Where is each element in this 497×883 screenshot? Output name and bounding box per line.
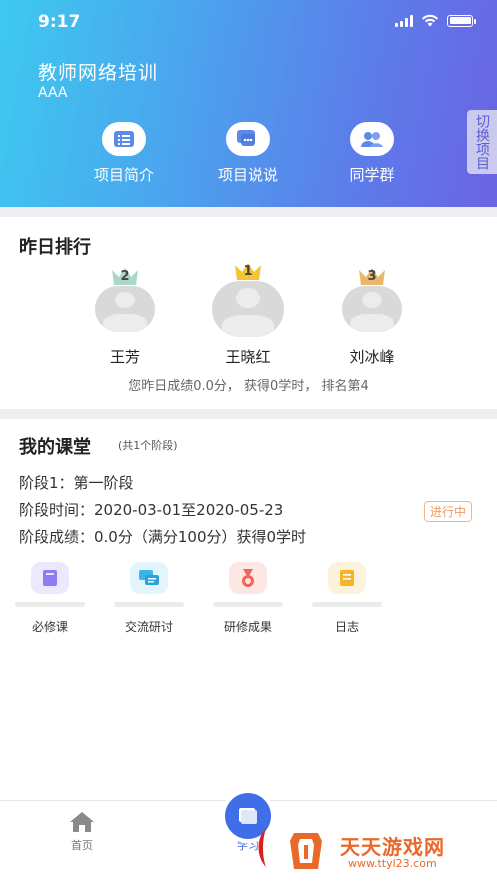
module-label: 研修成果 [223,620,272,634]
app-subtitle: AAA [38,85,68,101]
ranking-summary: 您昨日成绩0.0分， 获得0学时， 排名第4 [128,379,369,394]
status-time: 9:17 [38,12,81,32]
module-journal[interactable]: 日志 [312,562,382,635]
stage-name: 阶段1：第一阶段 [19,474,134,492]
group-icon [350,122,394,156]
section-divider [0,409,497,419]
project-intro-label: 项目简介 [93,166,154,184]
header-banner: 9:17 教师网络培训 AAA 项目简介 项目说说 同学群 切换项目 [0,0,497,207]
app-title: 教师网络培训 [38,62,159,84]
status-badge: 进行中 [424,501,473,522]
watermark: 天天游戏网 www.ttyl23.com [252,823,492,879]
home-icon [70,812,94,832]
project-talk-button[interactable]: 项目说说 [193,122,303,185]
book-icon [31,562,69,594]
stage-time: 阶段时间：2020-03-01至2020-05-23 [19,501,284,519]
note-icon [328,562,366,594]
rank-name: 王晓红 [225,348,271,366]
signal-icon [395,14,413,27]
section-divider [0,207,497,217]
rank-item-2[interactable]: 2 王芳 [94,266,156,367]
progress-bar [312,602,382,607]
rank-item-1[interactable]: 1 王晓红 [211,261,285,367]
my-class-title: 我的课堂 [19,437,91,458]
switch-project-button[interactable]: 切换项目 [467,110,497,174]
rank-item-3[interactable]: 3 刘冰峰 [341,266,403,367]
status-bar: 9:17 [0,12,497,36]
progress-bar [15,602,85,607]
watermark-url: www.ttyl23.com [348,857,437,870]
module-label: 必修课 [31,620,68,634]
project-talk-label: 项目说说 [217,166,278,184]
rank-name: 刘冰峰 [349,348,395,366]
nav-home-label: 首页 [71,839,93,852]
rank-number: 1 [243,264,253,279]
crown-icon: 2 [110,266,140,286]
chat-icon [226,122,270,156]
progress-bar [114,602,184,607]
nav-home[interactable]: 首页 [60,811,104,853]
rank-number: 3 [367,269,377,284]
discussion-icon [130,562,168,594]
project-intro-button[interactable]: 项目简介 [69,122,179,185]
ranking-title: 昨日排行 [19,237,91,258]
crown-icon: 3 [357,266,387,286]
avatar [212,281,284,337]
avatar [95,286,155,332]
watermark-logo-icon [258,829,322,869]
medal-icon [229,562,267,594]
module-discussion[interactable]: 交流研讨 [114,562,184,635]
module-achievements[interactable]: 研修成果 [213,562,283,635]
module-required-course[interactable]: 必修课 [15,562,85,635]
stage-score: 阶段成绩：0.0分（满分100分）获得0学时 [19,528,307,546]
battery-icon [447,14,476,27]
avatar [342,286,402,332]
classmates-group-label: 同学群 [349,166,395,184]
status-icons [395,14,476,27]
watermark-title: 天天游戏网 [340,835,445,859]
list-icon [102,122,146,156]
my-class-subtitle: (共1个阶段) [118,439,178,452]
classmates-group-button[interactable]: 同学群 [317,122,427,185]
progress-bar [213,602,283,607]
header-actions: 项目简介 项目说说 同学群 [0,122,460,192]
rank-name: 王芳 [109,348,140,366]
crown-icon: 1 [233,261,263,281]
rank-number: 2 [120,269,130,284]
module-label: 交流研讨 [124,620,173,634]
wifi-icon [422,14,438,27]
module-label: 日志 [334,620,359,634]
